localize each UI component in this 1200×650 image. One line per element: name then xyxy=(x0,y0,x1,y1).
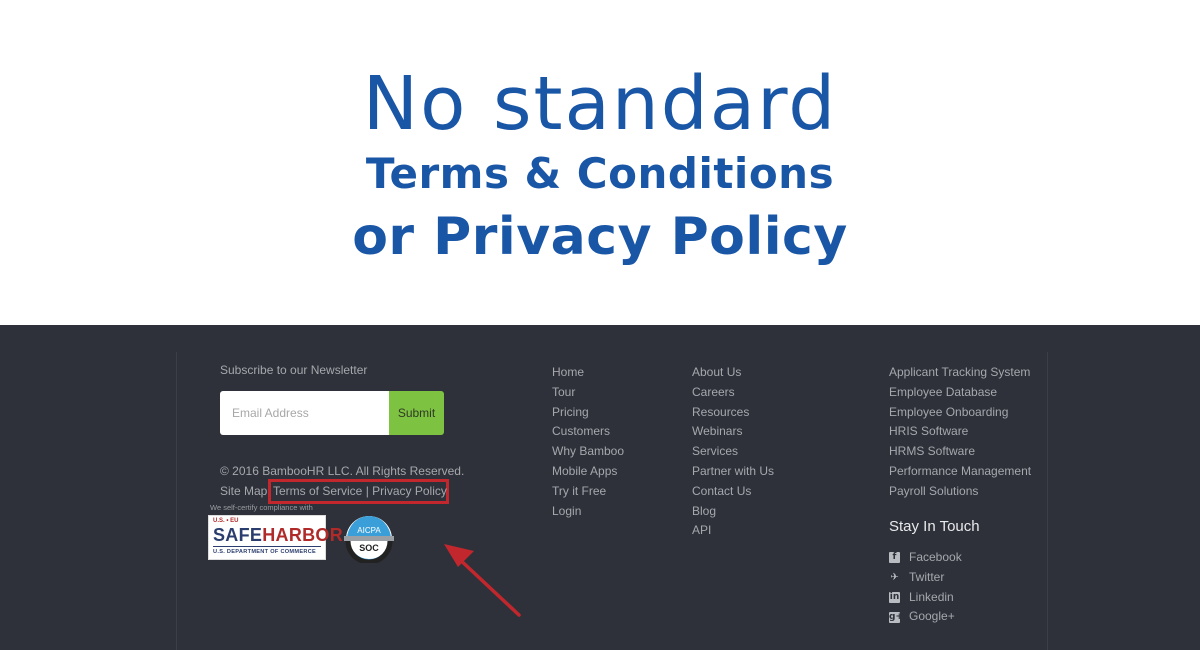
certification-note: We self-certify compliance with xyxy=(210,503,313,512)
footer-link[interactable]: Pricing xyxy=(552,403,624,423)
legal-separator: | xyxy=(365,484,369,498)
social-link-google[interactable]: g+ Google+ xyxy=(889,607,962,627)
safeharbor-badge[interactable]: U.S. • EU SAFEHARBOR U.S. DEPARTMENT OF … xyxy=(208,515,343,560)
footer-link[interactable]: Try it Free xyxy=(552,482,624,502)
footer-links-column-2: About Us Careers Resources Webinars Services… xyxy=(692,363,774,541)
footer-link[interactable]: HRMS Software xyxy=(889,442,1031,462)
hero-title-line-3: or Privacy Policy xyxy=(352,207,848,267)
footer-link[interactable]: Blog xyxy=(692,502,774,522)
footer-link[interactable]: Resources xyxy=(692,403,774,423)
footer-link[interactable]: Employee Onboarding xyxy=(889,403,1031,423)
footer-divider-right xyxy=(1047,352,1048,650)
footer-link[interactable]: Customers xyxy=(552,422,624,442)
footer-link[interactable]: Login xyxy=(552,502,624,522)
facebook-icon: f xyxy=(889,552,900,564)
social-link-label: Facebook xyxy=(909,550,962,564)
site-footer: Subscribe to our Newsletter Submit © 201… xyxy=(0,325,1200,650)
footer-link[interactable]: Services xyxy=(692,442,774,462)
social-link-label: Google+ xyxy=(909,609,955,624)
safeharbor-top-text: U.S. • EU xyxy=(213,518,239,524)
footer-link[interactable]: Tour xyxy=(552,383,624,403)
copyright-text: © 2016 BambooHR LLC. All Rights Reserved… xyxy=(220,464,465,478)
footer-link[interactable]: Why Bamboo xyxy=(552,442,624,462)
footer-link[interactable]: Employee Database xyxy=(889,383,1031,403)
footer-divider-left xyxy=(176,352,177,650)
footer-link[interactable]: Careers xyxy=(692,383,774,403)
footer-link[interactable]: HRIS Software xyxy=(889,422,1031,442)
footer-link[interactable]: Partner with Us xyxy=(692,462,774,482)
hero-title-line-2: Terms & Conditions xyxy=(365,149,835,198)
annotation-arrow-icon xyxy=(444,544,521,617)
stay-in-touch-heading: Stay In Touch xyxy=(889,518,980,535)
legal-links: Terms of Service | Privacy Policy xyxy=(273,484,447,498)
privacy-policy-link[interactable]: Privacy Policy xyxy=(372,484,447,498)
footer-link[interactable]: Contact Us xyxy=(692,482,774,502)
legal-links-row: Site Map xyxy=(220,484,267,498)
footer-link[interactable]: Mobile Apps xyxy=(552,462,624,482)
social-link-label: Twitter xyxy=(909,569,945,584)
aicpa-soc-badge-icon[interactable]: AICPA SOC xyxy=(343,515,395,563)
footer-link[interactable]: Applicant Tracking System xyxy=(889,363,1031,383)
google-plus-icon: g+ xyxy=(889,611,903,623)
hero-banner: No standard Terms & Conditions or Privac… xyxy=(0,0,1200,325)
footer-links-column-1: Home Tour Pricing Customers Why Bamboo Mobile… xyxy=(552,363,624,521)
safeharbor-rule xyxy=(213,546,321,547)
social-link-linkedin[interactable]: in Linkedin xyxy=(889,588,962,608)
social-link-facebook[interactable]: f Facebook xyxy=(889,548,962,568)
footer-link[interactable]: About Us xyxy=(692,363,774,383)
safeharbor-harbor: HARBOR xyxy=(262,525,344,545)
newsletter-label: Subscribe to our Newsletter xyxy=(220,363,368,377)
site-map-link[interactable]: Site Map xyxy=(220,484,267,498)
footer-link[interactable]: Home xyxy=(552,363,624,383)
footer-link[interactable]: Performance Management xyxy=(889,462,1031,482)
safeharbor-bottom-text: U.S. DEPARTMENT OF COMMERCE xyxy=(213,549,317,555)
footer-link[interactable]: Webinars xyxy=(692,422,774,442)
newsletter-email-input[interactable] xyxy=(220,391,389,435)
terms-of-service-link[interactable]: Terms of Service xyxy=(273,484,362,498)
safeharbor-wordmark: SAFEHARBOR xyxy=(213,525,343,545)
footer-links-column-3: Applicant Tracking System Employee Databa… xyxy=(889,363,1031,502)
footer-link[interactable]: API xyxy=(692,521,774,541)
footer-link[interactable]: Payroll Solutions xyxy=(889,482,1031,502)
twitter-icon: ✈ xyxy=(890,572,899,584)
aicpa-bottom-text: SOC xyxy=(359,543,379,553)
newsletter-submit-button[interactable]: Submit xyxy=(389,391,444,435)
social-links: f Facebook ✈ Twitter in Linkedin g+ Google+ xyxy=(889,548,962,627)
linkedin-icon: in xyxy=(889,591,900,603)
aicpa-top-text: AICPA xyxy=(357,526,381,535)
social-link-twitter[interactable]: ✈ Twitter xyxy=(889,568,962,588)
hero-title-line-1: No standard xyxy=(362,61,838,147)
social-link-label: Linkedin xyxy=(909,589,954,604)
safeharbor-safe: SAFE xyxy=(213,525,263,545)
